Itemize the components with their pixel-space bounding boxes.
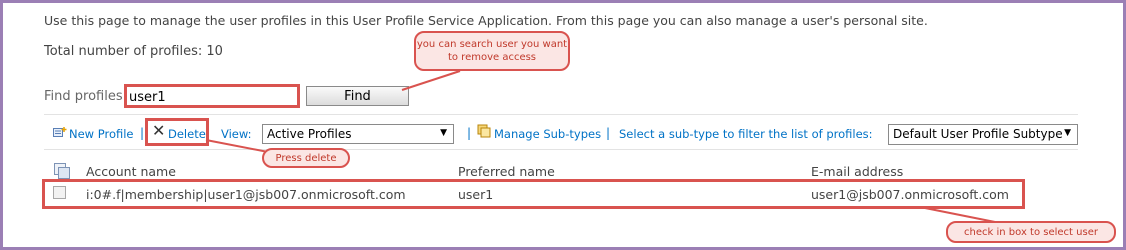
delete-annotation-callout: Press delete	[262, 148, 350, 168]
checkbox-annotation-callout: check in box to select user	[946, 221, 1116, 243]
search-annotation-callout: you can search user you want to remove a…	[414, 31, 570, 71]
